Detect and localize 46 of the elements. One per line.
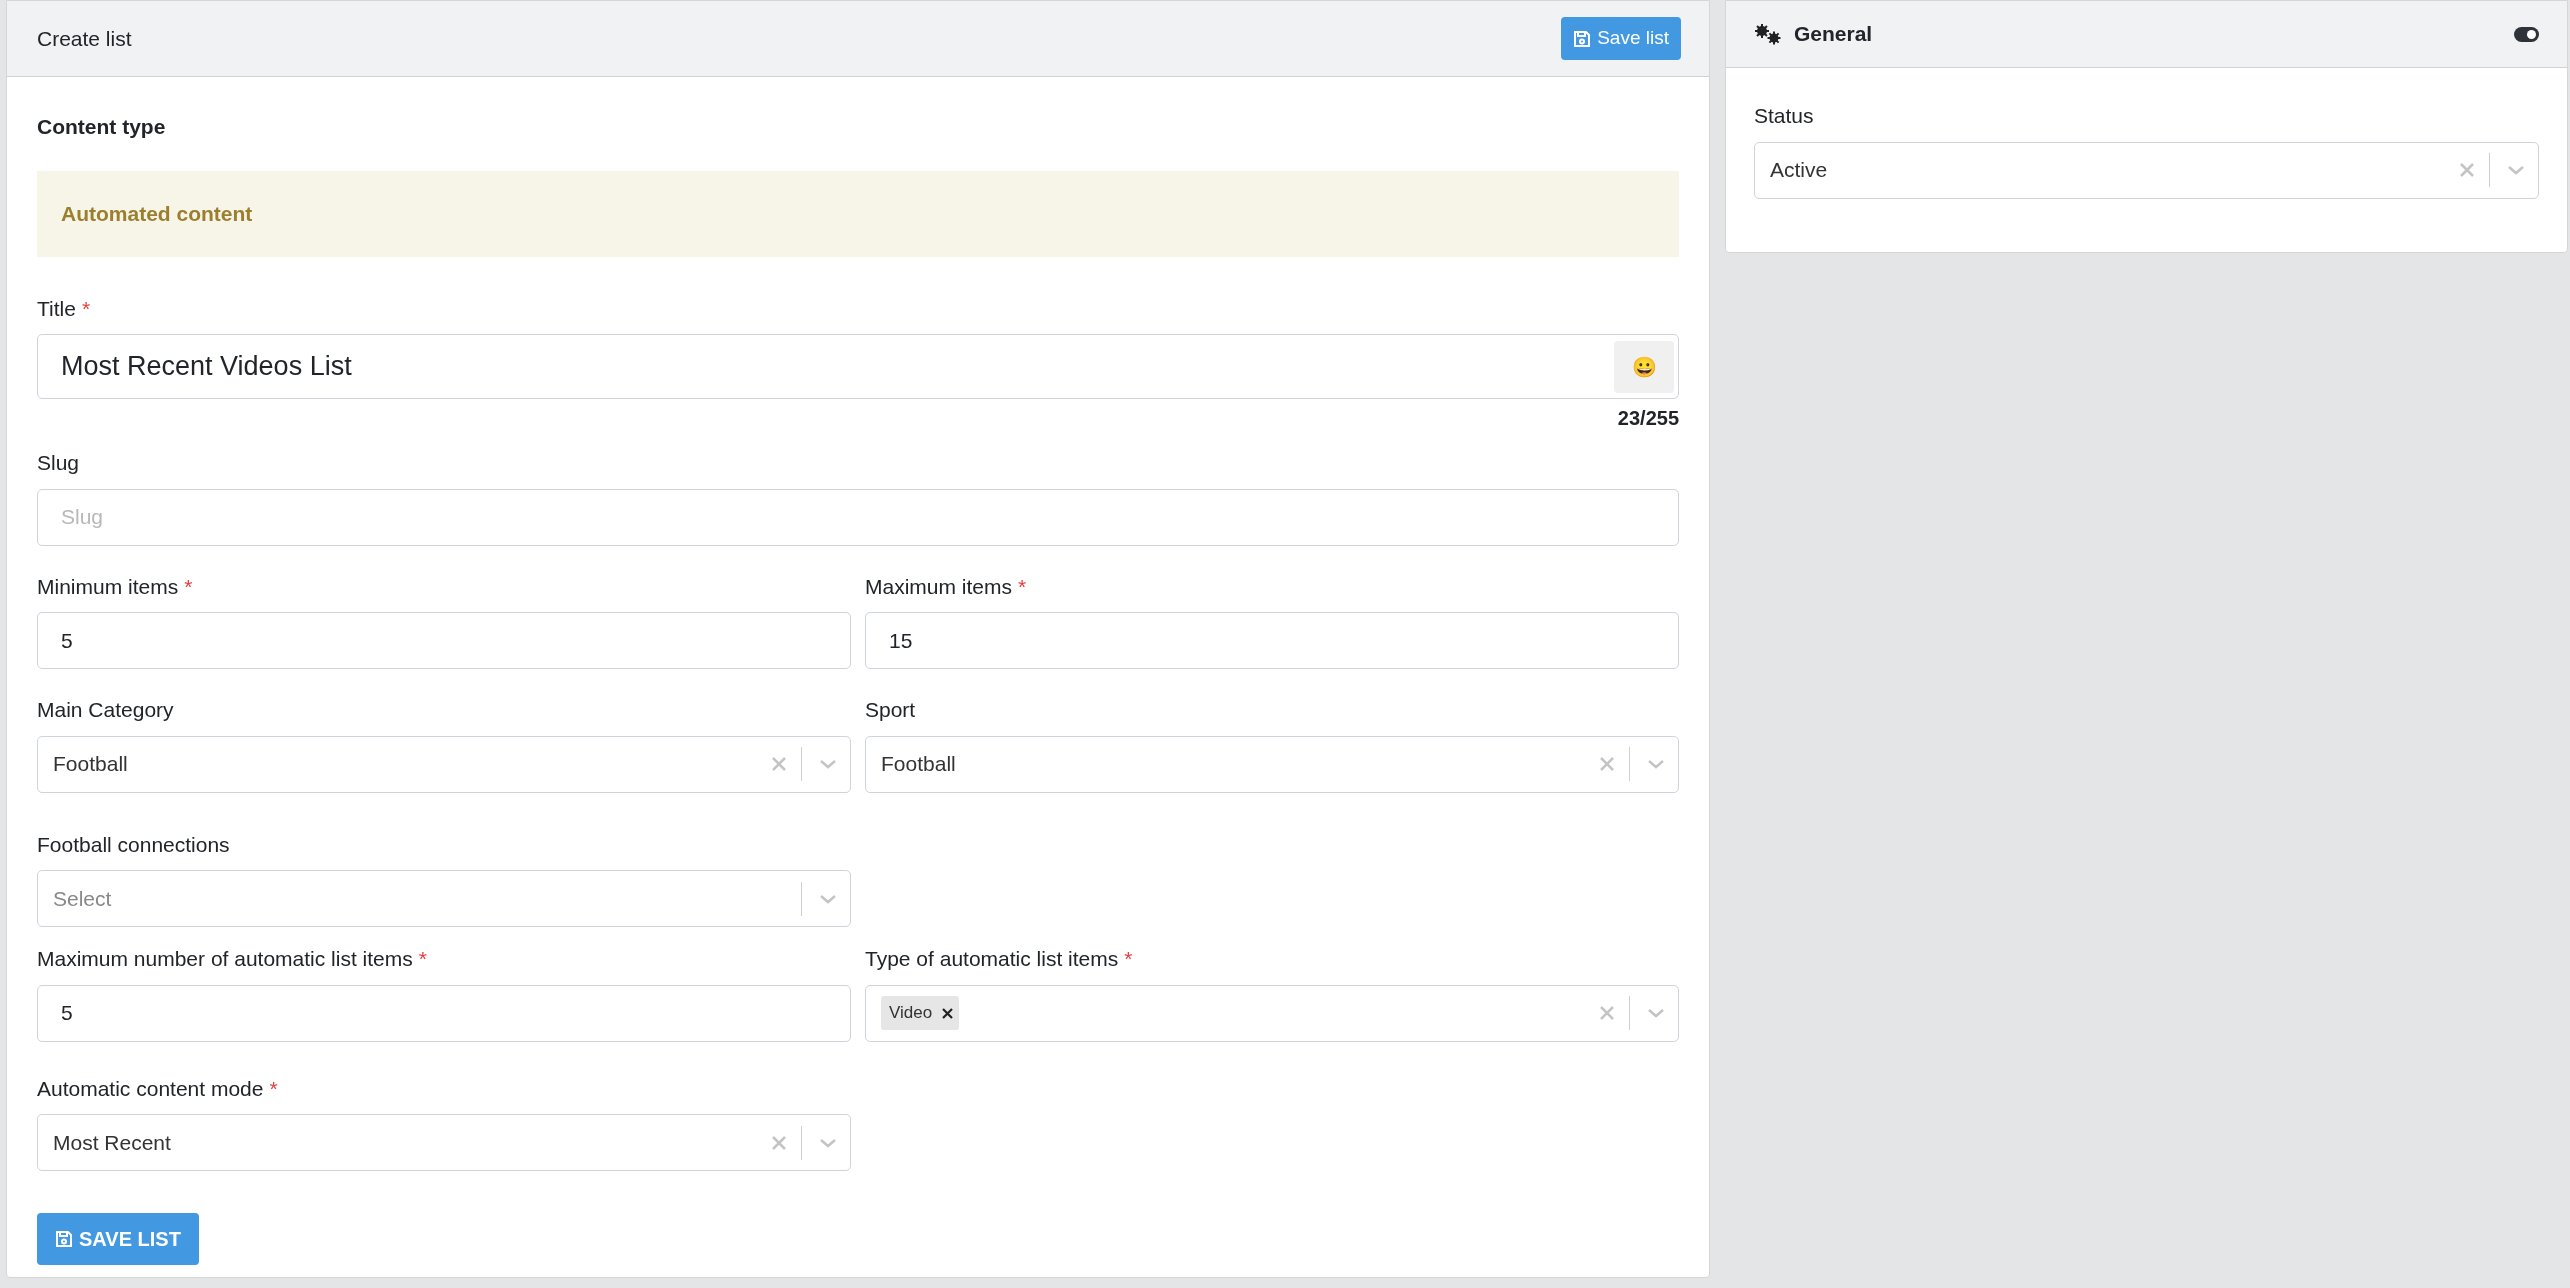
field-label: Minimum items (37, 573, 179, 600)
field-label: Sport (865, 697, 916, 723)
chevron-down-icon[interactable] (1646, 757, 1666, 771)
panel-title: General (1794, 21, 1874, 48)
required-asterisk: * (81, 295, 91, 322)
select-field[interactable]: Select (37, 870, 851, 927)
field-label: Slug (37, 450, 80, 476)
gears-icon (1754, 23, 1782, 45)
required-asterisk: * (418, 946, 427, 972)
select-field[interactable]: Most Recent (37, 1114, 851, 1171)
input-field[interactable]: 15 (865, 612, 1679, 669)
select-field[interactable]: Active (1754, 141, 2539, 199)
info-alert: Automated content (37, 170, 1679, 257)
title-field[interactable]: Most Recent Videos List 😀 (37, 334, 1679, 399)
input-field[interactable]: 5 (37, 984, 851, 1042)
select-field[interactable]: Football (37, 735, 851, 793)
field-label: Maximum items (865, 573, 1012, 600)
required-asterisk: * (1018, 573, 1027, 600)
required-asterisk: * (184, 573, 193, 600)
field-label: Main Category (37, 697, 174, 723)
field-label: Status (1754, 103, 1815, 129)
select-field[interactable]: Football (865, 735, 1679, 793)
field-label: Title (37, 295, 76, 322)
clear-icon[interactable] (1599, 1005, 1615, 1021)
field-label: Automatic content mode (37, 1075, 264, 1102)
chevron-down-icon[interactable] (2506, 163, 2526, 177)
field-label: Maximum number of automatic list items (37, 946, 413, 972)
section-heading: Content type (37, 114, 167, 140)
toggle-switch[interactable] (2514, 26, 2539, 42)
input-field[interactable]: 5 (37, 612, 851, 669)
field-label: Football connections (37, 831, 230, 858)
clear-icon[interactable] (2459, 162, 2475, 178)
multi-select-field[interactable]: Video (865, 984, 1679, 1042)
tag-label: Video (889, 1002, 933, 1025)
input-field[interactable]: Slug (37, 488, 1679, 546)
chevron-down-icon[interactable] (818, 757, 838, 771)
card-title: Create list (37, 25, 132, 52)
clear-icon[interactable] (771, 756, 787, 772)
field-label: Type of automatic list items (865, 946, 1119, 972)
clear-icon[interactable] (1599, 756, 1615, 772)
clear-icon[interactable] (771, 1134, 787, 1151)
remove-icon[interactable] (942, 1007, 954, 1019)
required-asterisk: * (269, 1075, 278, 1102)
character-counter: 23/255 (1617, 406, 1679, 431)
chevron-down-icon[interactable] (1646, 1006, 1666, 1020)
required-asterisk: * (1124, 946, 1133, 972)
